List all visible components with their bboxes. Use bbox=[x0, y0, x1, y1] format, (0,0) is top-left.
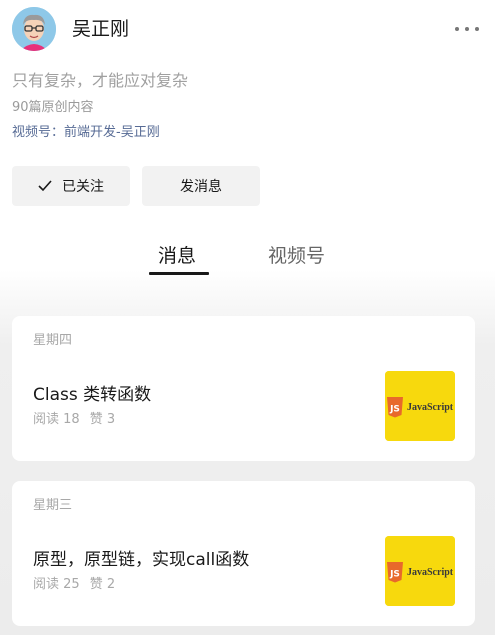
more-options-icon[interactable] bbox=[451, 17, 483, 41]
post-reads: 阅读 25 bbox=[33, 577, 80, 592]
send-message-button[interactable]: 发消息 bbox=[142, 166, 260, 206]
js-logo-text: JavaScript bbox=[407, 567, 454, 578]
post-likes: 赞 2 bbox=[89, 577, 116, 592]
post-stats: 阅读 25 赞 2 bbox=[33, 576, 115, 594]
profile-name: 吴正刚 bbox=[72, 18, 130, 40]
post-card[interactable]: 星期四 Class 类转函数 阅读 18 赞 3 JS JavaScript bbox=[12, 316, 475, 461]
post-thumbnail[interactable]: JS JavaScript bbox=[385, 371, 455, 441]
tab-channel[interactable]: 视频号 bbox=[268, 243, 325, 269]
post-likes: 赞 3 bbox=[89, 412, 116, 427]
followed-label: 已关注 bbox=[62, 179, 104, 195]
avatar[interactable] bbox=[12, 7, 56, 51]
post-stats: 阅读 18 赞 3 bbox=[33, 411, 115, 429]
js-badge-text: JS bbox=[389, 570, 400, 580]
post-card[interactable]: 星期三 原型，原型链，实现call函数 阅读 25 赞 2 JS JavaScri… bbox=[12, 481, 475, 626]
post-title[interactable]: Class 类转函数 bbox=[33, 383, 151, 407]
post-day: 星期三 bbox=[33, 498, 73, 513]
check-icon bbox=[38, 180, 52, 192]
js-logo-text: JavaScript bbox=[407, 402, 454, 413]
js-badge-text: JS bbox=[389, 405, 400, 415]
post-reads: 阅读 18 bbox=[33, 412, 80, 427]
post-day: 星期四 bbox=[33, 333, 73, 348]
article-count: 90篇原创内容 bbox=[12, 100, 94, 115]
active-tab-indicator bbox=[149, 272, 209, 275]
tab-messages[interactable]: 消息 bbox=[158, 243, 196, 269]
send-message-label: 发消息 bbox=[180, 179, 222, 195]
profile-header: 吴正刚 bbox=[12, 7, 483, 51]
post-title[interactable]: 原型，原型链，实现call函数 bbox=[33, 548, 249, 572]
post-thumbnail[interactable]: JS JavaScript bbox=[385, 536, 455, 606]
profile-bio: 只有复杂，才能应对复杂 bbox=[12, 71, 189, 90]
channel-link[interactable]: 视频号：前端开发-吴正刚 bbox=[12, 124, 160, 142]
followed-button[interactable]: 已关注 bbox=[12, 166, 130, 206]
